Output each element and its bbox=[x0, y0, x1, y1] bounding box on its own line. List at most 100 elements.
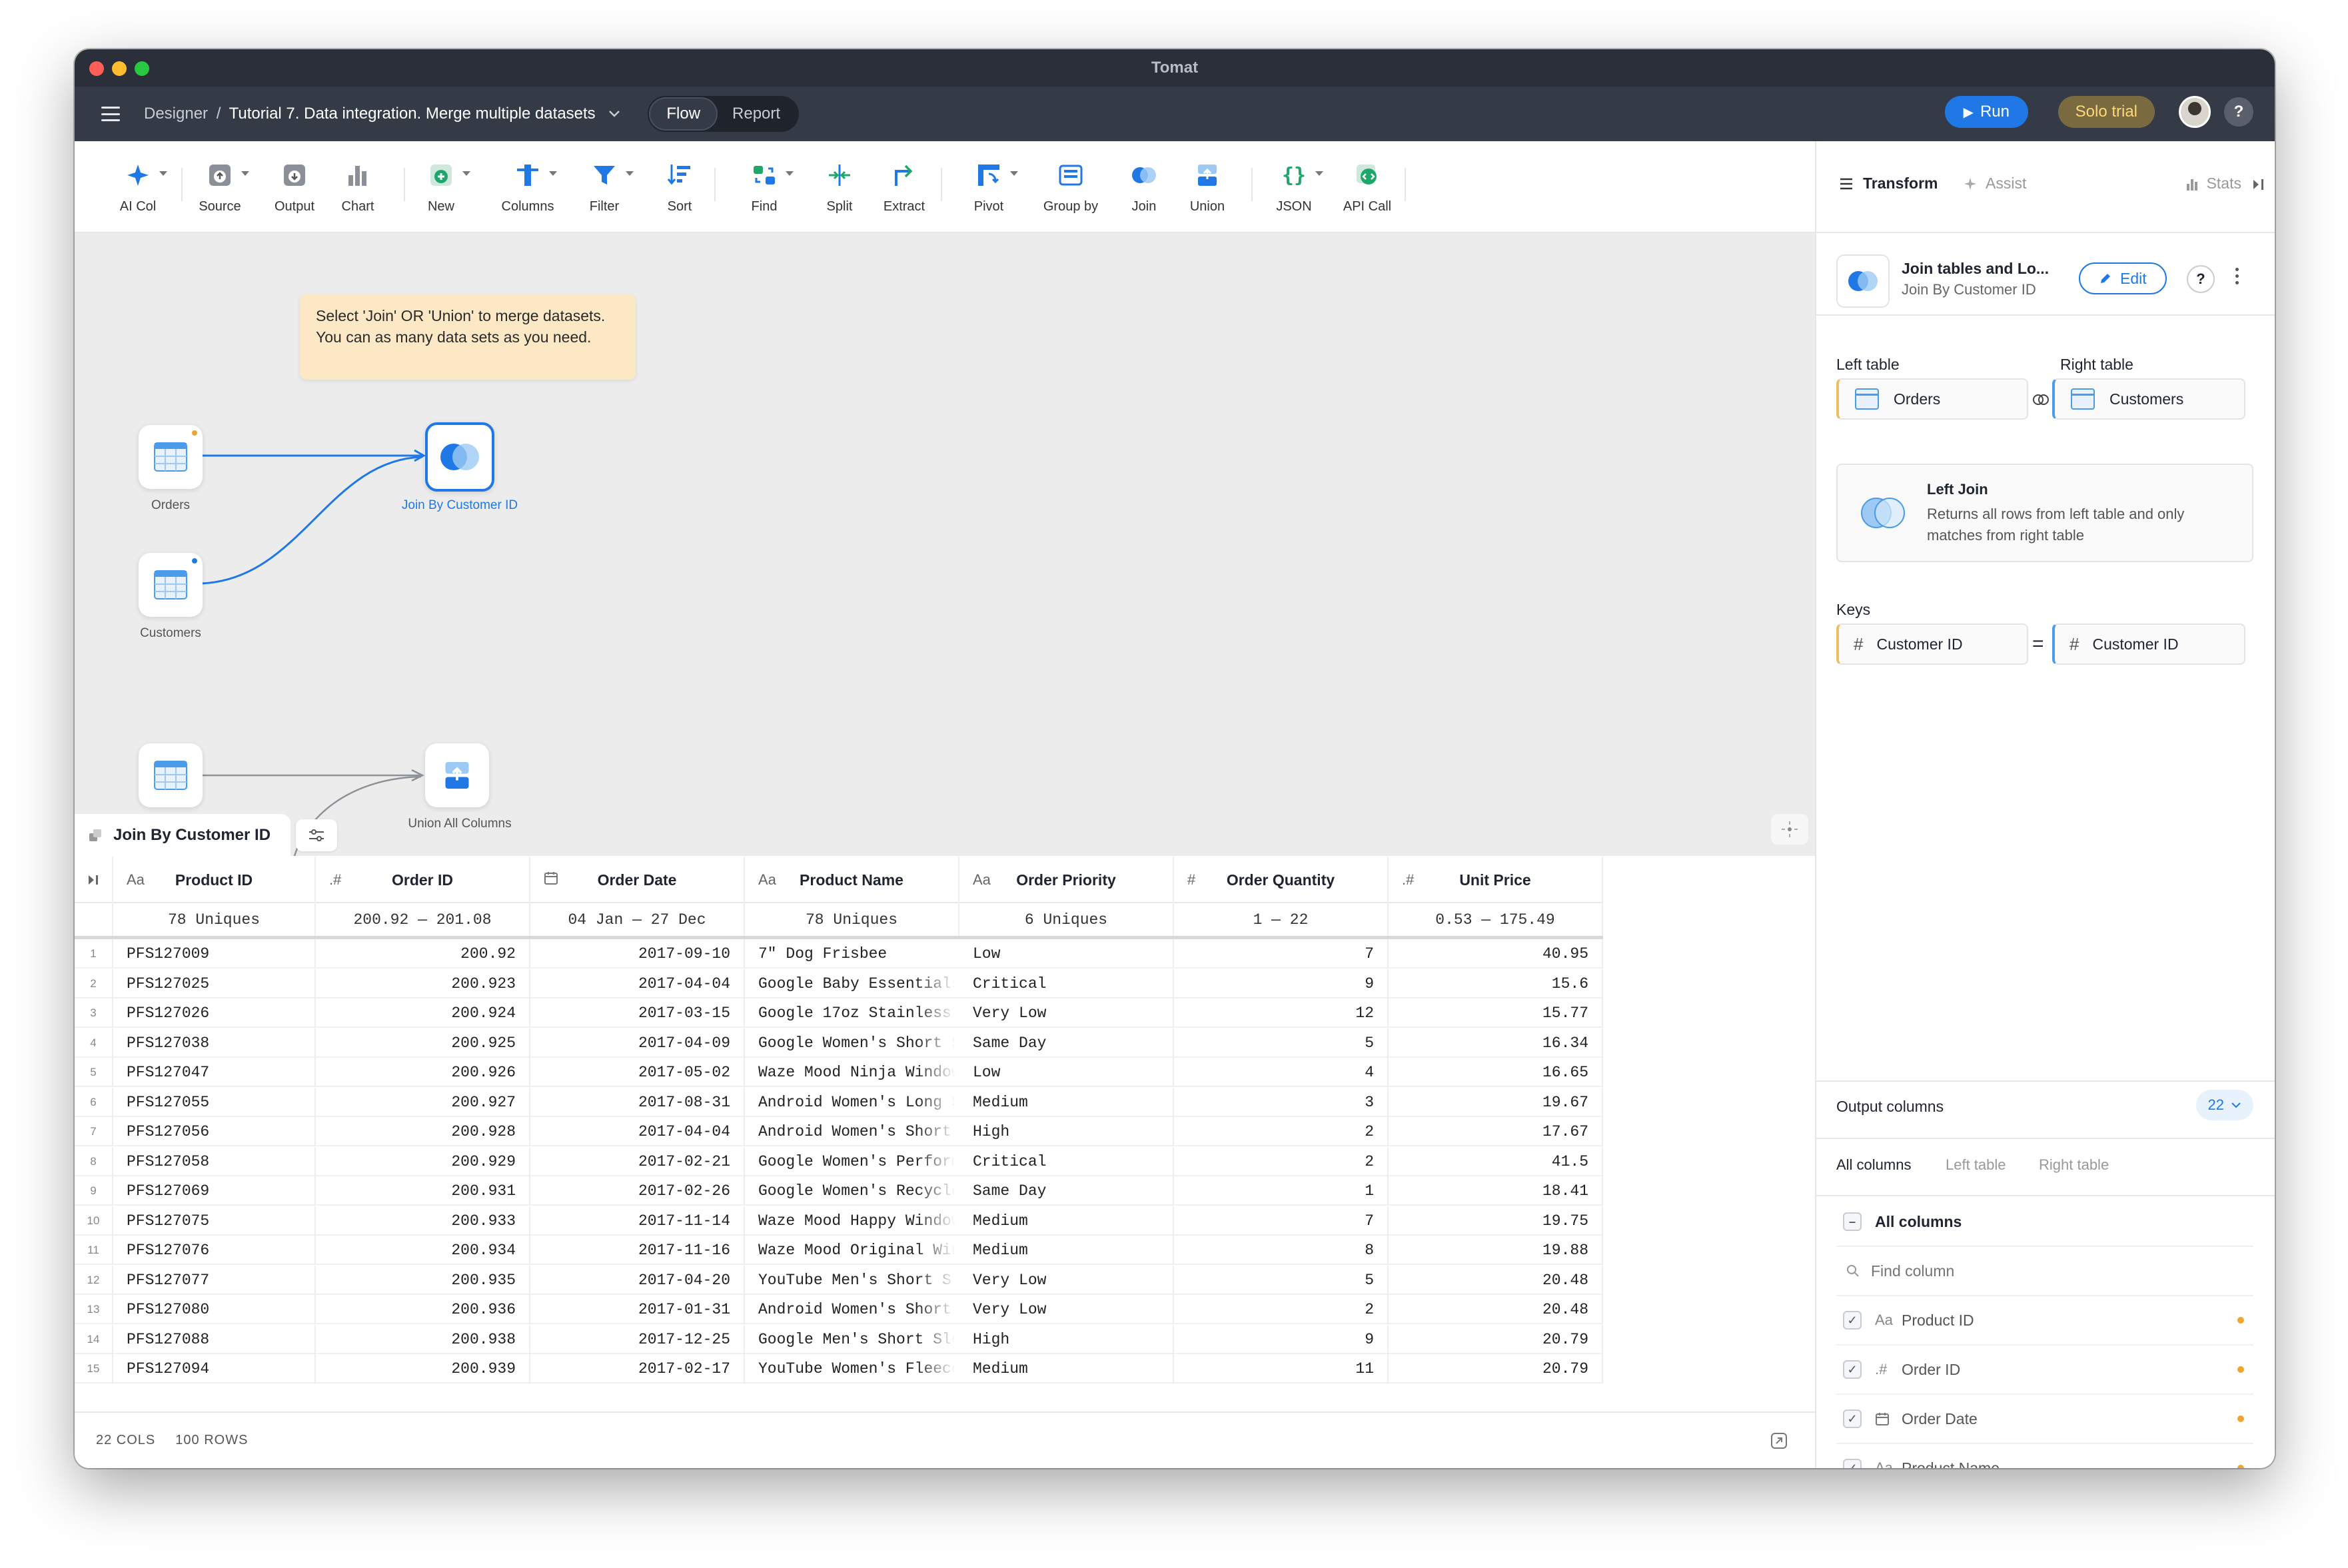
run-button[interactable]: ▶ Run bbox=[1944, 96, 2028, 128]
more-vertical-icon[interactable] bbox=[2233, 268, 2240, 284]
checkbox-checked-icon[interactable]: ✓ bbox=[1843, 1409, 1862, 1428]
toolbar-json[interactable]: {} JSON bbox=[1267, 141, 1323, 233]
table-row[interactable]: 9 PFS127069 200.931 2017-02-26 Google Women'… bbox=[75, 1176, 1603, 1206]
checkbox-checked-icon[interactable]: ✓ bbox=[1843, 1360, 1862, 1379]
table-row[interactable]: 14 PFS127088 200.938 2017-12-25 Google Men's… bbox=[75, 1324, 1603, 1354]
join-type-card[interactable]: Left Join Returns all rows from left tab… bbox=[1836, 464, 2253, 562]
table-cell[interactable]: Low bbox=[959, 1058, 1174, 1087]
table-row[interactable]: 13 PFS127080 200.936 2017-01-31 Android Wome… bbox=[75, 1295, 1603, 1324]
tab-all-columns[interactable]: All columns bbox=[1836, 1156, 1911, 1174]
toolbar-split[interactable]: Split bbox=[813, 141, 866, 233]
table-row[interactable]: 6 PFS127055 200.927 2017-08-31 Android Women… bbox=[75, 1087, 1603, 1117]
breadcrumb-root[interactable]: Designer bbox=[144, 105, 208, 123]
find-column-input[interactable] bbox=[1871, 1262, 2204, 1280]
table-cell[interactable]: 200.935 bbox=[316, 1265, 530, 1295]
table-row[interactable]: 10 PFS127075 200.933 2017-11-14 Waze Mood Ha… bbox=[75, 1206, 1603, 1236]
table-cell[interactable]: 200.939 bbox=[316, 1354, 530, 1383]
toolbar-filter[interactable]: Filter bbox=[574, 141, 634, 233]
toolbar-chart[interactable]: Chart bbox=[334, 141, 381, 233]
table-cell[interactable]: PFS127056 bbox=[113, 1117, 316, 1146]
table-cell[interactable]: 200.92 bbox=[316, 939, 530, 969]
table-cell[interactable]: 2017-02-17 bbox=[530, 1354, 745, 1383]
table-cell[interactable]: 7" Dog Frisbee bbox=[745, 939, 959, 969]
node-table-3[interactable] bbox=[139, 743, 203, 807]
toolbar-union[interactable]: Union bbox=[1181, 141, 1234, 233]
table-cell[interactable]: 11 bbox=[1174, 1354, 1389, 1383]
table-cell[interactable]: Critical bbox=[959, 1146, 1174, 1176]
menu-icon[interactable] bbox=[101, 107, 120, 121]
help-button[interactable]: ? bbox=[2224, 97, 2253, 127]
table-cell[interactable]: Waze Mood Ninja Window bbox=[745, 1058, 959, 1087]
table-cell[interactable]: 200.936 bbox=[316, 1295, 530, 1324]
table-row[interactable]: 2 PFS127025 200.923 2017-04-04 Google Baby E… bbox=[75, 969, 1603, 998]
toolbar-join[interactable]: Join bbox=[1121, 141, 1167, 233]
table-cell[interactable]: YouTube Men's Short Sl bbox=[745, 1265, 959, 1295]
table-cell[interactable]: 200.927 bbox=[316, 1087, 530, 1117]
toolbar-source[interactable]: Source bbox=[193, 141, 249, 233]
table-cell[interactable]: PFS127076 bbox=[113, 1236, 316, 1265]
node-join[interactable] bbox=[425, 422, 494, 492]
toolbar-ai-col[interactable]: AI Col bbox=[108, 141, 168, 233]
table-cell[interactable]: Google Men's Short Sle bbox=[745, 1324, 959, 1354]
table-row[interactable]: 8 PFS127058 200.929 2017-02-21 Google Women'… bbox=[75, 1146, 1603, 1176]
table-cell[interactable]: High bbox=[959, 1324, 1174, 1354]
table-cell[interactable]: 41.5 bbox=[1389, 1146, 1603, 1176]
table-cell[interactable]: 17.67 bbox=[1389, 1117, 1603, 1146]
output-column-item[interactable]: ✓ Order Date bbox=[1836, 1395, 2253, 1444]
output-column-item[interactable]: ✓ Aa Product ID bbox=[1836, 1296, 2253, 1346]
tab-stats[interactable]: Stats bbox=[2185, 175, 2241, 193]
tab-assist[interactable]: Assist bbox=[1963, 175, 2026, 193]
table-cell[interactable]: PFS127026 bbox=[113, 998, 316, 1028]
checkbox-checked-icon[interactable]: ✓ bbox=[1843, 1311, 1862, 1330]
output-count-dropdown[interactable]: 22 bbox=[2195, 1090, 2253, 1120]
table-cell[interactable]: Very Low bbox=[959, 1265, 1174, 1295]
chevron-down-icon[interactable] bbox=[608, 109, 621, 119]
column-header-product-name[interactable]: Aa Product Name bbox=[745, 857, 959, 903]
table-cell[interactable]: PFS127009 bbox=[113, 939, 316, 969]
table-cell[interactable]: PFS127025 bbox=[113, 969, 316, 998]
table-cell[interactable]: 7 bbox=[1174, 939, 1389, 969]
table-cell[interactable]: Android Women's Short bbox=[745, 1117, 959, 1146]
table-cell[interactable]: Google Women's Perform bbox=[745, 1146, 959, 1176]
grid-settings-button[interactable] bbox=[296, 819, 338, 851]
table-cell[interactable]: 9 bbox=[1174, 969, 1389, 998]
export-icon[interactable] bbox=[1770, 1431, 1788, 1450]
edit-button[interactable]: Edit bbox=[2079, 262, 2167, 294]
solo-trial-badge[interactable]: Solo trial bbox=[2057, 96, 2155, 128]
table-row[interactable]: 4 PFS127038 200.925 2017-04-09 Google Women'… bbox=[75, 1028, 1603, 1058]
table-cell[interactable]: 40.95 bbox=[1389, 939, 1603, 969]
maximize-window-button[interactable] bbox=[135, 61, 149, 76]
table-cell[interactable]: 200.924 bbox=[316, 998, 530, 1028]
column-header-order-quantity[interactable]: # Order Quantity bbox=[1174, 857, 1389, 903]
table-cell[interactable]: Google Women's Short S bbox=[745, 1028, 959, 1058]
table-cell[interactable]: 2017-09-10 bbox=[530, 939, 745, 969]
table-cell[interactable]: PFS127058 bbox=[113, 1146, 316, 1176]
table-cell[interactable]: 7 bbox=[1174, 1206, 1389, 1236]
table-cell[interactable]: PFS127038 bbox=[113, 1028, 316, 1058]
table-cell[interactable]: 2017-03-15 bbox=[530, 998, 745, 1028]
column-header-order-priority[interactable]: Aa Order Priority bbox=[959, 857, 1174, 903]
table-cell[interactable]: PFS127047 bbox=[113, 1058, 316, 1087]
tab-left-table[interactable]: Left table bbox=[1946, 1156, 2006, 1174]
table-cell[interactable]: Very Low bbox=[959, 998, 1174, 1028]
table-cell[interactable]: 1 bbox=[1174, 1176, 1389, 1206]
table-cell[interactable]: 2017-08-31 bbox=[530, 1087, 745, 1117]
table-cell[interactable]: Same Day bbox=[959, 1028, 1174, 1058]
minus-checkbox-icon[interactable]: – bbox=[1843, 1212, 1862, 1231]
column-header-order-date[interactable]: Order Date bbox=[530, 857, 745, 903]
table-cell[interactable]: 15.77 bbox=[1389, 998, 1603, 1028]
table-cell[interactable]: 2017-05-02 bbox=[530, 1058, 745, 1087]
node-union[interactable] bbox=[425, 743, 489, 807]
table-cell[interactable]: PFS127080 bbox=[113, 1295, 316, 1324]
table-cell[interactable]: PFS127088 bbox=[113, 1324, 316, 1354]
column-header-product-id[interactable]: Aa Product ID bbox=[113, 857, 316, 903]
table-cell[interactable]: 5 bbox=[1174, 1028, 1389, 1058]
table-cell[interactable]: 18.41 bbox=[1389, 1176, 1603, 1206]
table-cell[interactable]: 2017-04-09 bbox=[530, 1028, 745, 1058]
table-cell[interactable]: Medium bbox=[959, 1354, 1174, 1383]
table-cell[interactable]: Android Women's Short bbox=[745, 1295, 959, 1324]
table-cell[interactable]: 2017-11-16 bbox=[530, 1236, 745, 1265]
table-cell[interactable]: PFS127055 bbox=[113, 1087, 316, 1117]
output-column-item[interactable]: ✓ Aa Product Name bbox=[1836, 1444, 2253, 1468]
table-cell[interactable]: Very Low bbox=[959, 1295, 1174, 1324]
